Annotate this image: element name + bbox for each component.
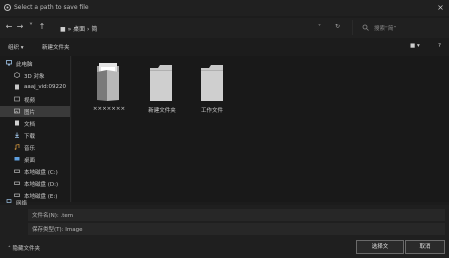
- help-button[interactable]: ?: [438, 43, 441, 49]
- sidebar-item-label: 文档: [24, 122, 36, 128]
- sidebar-item-documents[interactable]: 文档: [0, 118, 70, 129]
- sidebar-item-drive-c[interactable]: 本地磁盘 (C:): [0, 166, 70, 177]
- organize-button[interactable]: 组织 ▾: [8, 43, 24, 51]
- search-placeholder: 搜索“简”: [374, 26, 397, 32]
- file-list-pane: [72, 56, 449, 202]
- video-icon: [15, 84, 19, 90]
- folder-label[interactable]: ×××××××: [92, 106, 126, 112]
- sidebar-item-label: 3D 对象: [24, 74, 45, 80]
- sidebar-item-music[interactable]: 音乐: [0, 142, 70, 153]
- filename-label: 文件名(N): .tem: [32, 213, 74, 219]
- filetype-label: 保存类型(T): Image: [32, 227, 83, 233]
- folder-icon[interactable]: [149, 62, 173, 102]
- refresh-icon[interactable]: ↻: [335, 23, 340, 30]
- pane-divider[interactable]: [70, 56, 71, 202]
- folder-label[interactable]: 工作文件: [194, 106, 230, 114]
- desktop-icon: [14, 157, 20, 161]
- cancel-button[interactable]: 取消: [405, 240, 445, 254]
- sidebar-item-drive-d[interactable]: 本地磁盘 (D:): [0, 178, 70, 189]
- new-folder-button[interactable]: 新建文件夹: [42, 43, 70, 51]
- sidebar-item-label: aaaj_vid:09220: [24, 84, 67, 90]
- search-icon: [362, 24, 369, 31]
- folder-label[interactable]: 新建文件夹: [142, 106, 182, 114]
- drive-icon: [14, 169, 20, 173]
- filename-input[interactable]: [28, 209, 445, 221]
- forward-button[interactable]: →: [15, 21, 25, 33]
- music-icon: [14, 144, 20, 150]
- up-button[interactable]: ↑: [37, 21, 47, 33]
- address-dropdown-icon[interactable]: ˅: [318, 24, 321, 31]
- back-button[interactable]: ←: [4, 21, 14, 33]
- sidebar-item-downloads[interactable]: 下载: [0, 130, 70, 141]
- sidebar-item-videos[interactable]: 视频: [0, 94, 70, 105]
- drive-icon: [14, 181, 20, 185]
- sidebar-item-this-pc[interactable]: 此电脑: [0, 58, 70, 69]
- sidebar-item-pictures[interactable]: 图片: [0, 106, 70, 117]
- download-icon: [15, 132, 19, 138]
- sidebar-item-3d-objects[interactable]: 3D 对象: [0, 70, 70, 81]
- save-button[interactable]: 选择文: [356, 240, 404, 254]
- sidebar-item-label: 下载: [24, 134, 36, 140]
- image-icon: [14, 108, 20, 114]
- filetype-row: 保存类型(T): Image: [0, 223, 449, 235]
- sidebar-item-label: 桌面: [24, 158, 36, 164]
- filename-row: 文件名(N): .tem: [0, 209, 449, 221]
- sidebar-item-label: 音乐: [24, 146, 36, 152]
- sidebar-item-label: 图片: [24, 110, 36, 116]
- cube-icon: [14, 72, 20, 78]
- sidebar-item-label: 视频: [24, 98, 36, 104]
- folder-icon[interactable]: [96, 62, 120, 102]
- close-button[interactable]: ×: [435, 2, 446, 13]
- sidebar-item-label: 此电脑: [16, 62, 33, 68]
- address-path: ■ » 桌面 › 简: [60, 26, 98, 33]
- pc-icon: [6, 60, 12, 66]
- drive-icon: [14, 193, 20, 197]
- app-icon: [4, 4, 11, 11]
- window-title: Select a path to save file: [14, 4, 89, 11]
- sidebar-item-desktop[interactable]: 桌面: [0, 154, 70, 165]
- sidebar-item-aaaj[interactable]: aaaj_vid:09220: [0, 82, 70, 93]
- sidebar-item-label: 本地磁盘 (D:): [24, 182, 59, 188]
- folder-icon[interactable]: [200, 62, 224, 102]
- video-icon: [14, 96, 20, 102]
- hide-folders-toggle[interactable]: ˄ 隐藏文件夹: [8, 244, 40, 252]
- recent-dropdown-icon[interactable]: ˅: [26, 21, 36, 33]
- filetype-select[interactable]: [28, 223, 445, 235]
- address-box[interactable]: [56, 20, 346, 35]
- document-icon: [15, 120, 19, 126]
- sidebar-item-label: 本地磁盘 (C:): [24, 170, 58, 176]
- view-options-button[interactable]: ■ ▾: [410, 43, 420, 49]
